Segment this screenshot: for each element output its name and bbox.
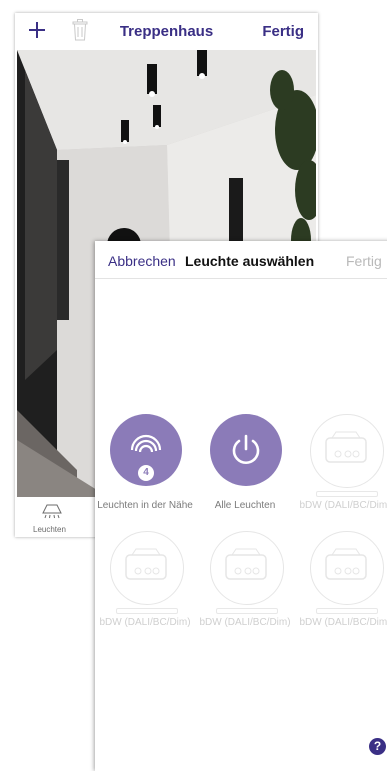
- power-icon: [232, 434, 260, 464]
- device-icon: [325, 548, 367, 580]
- tile-device-2-bar: [116, 608, 178, 614]
- tile-all-lights[interactable]: Alle Leuchten: [195, 414, 295, 514]
- done-button[interactable]: Fertig: [262, 23, 304, 40]
- tile-device-3[interactable]: bDW (DALI/BC/Dim): [195, 531, 295, 631]
- device-icon: [225, 548, 267, 580]
- sheet-header: Abbrechen Leuchte auswählen Fertig: [95, 241, 387, 279]
- tile-device-1[interactable]: bDW (DALI/BC/Dim): [295, 414, 387, 514]
- tile-device-1-label: bDW (DALI/BC/Dim): [299, 500, 387, 511]
- wifi-broadcast-icon: [130, 434, 162, 453]
- tile-device-4[interactable]: bDW (DALI/BC/Dim): [295, 531, 387, 631]
- tile-device-4-bar: [316, 608, 378, 614]
- sheet-done-button[interactable]: Fertig: [346, 253, 382, 269]
- ceiling-lamp-icon: [42, 504, 62, 519]
- tile-device-1-bar: [316, 491, 378, 497]
- back-header: Treppenhaus Fertig: [15, 13, 318, 50]
- sheet-title: Leuchte auswählen: [185, 253, 315, 269]
- tab-leuchten-label: Leuchten: [33, 525, 66, 534]
- help-button[interactable]: ?: [369, 738, 386, 755]
- tile-device-3-bar: [216, 608, 278, 614]
- select-light-sheet: Abbrechen Leuchte auswählen Fertig 4 Leu…: [95, 241, 387, 771]
- tile-device-2[interactable]: bDW (DALI/BC/Dim): [95, 531, 195, 631]
- cancel-button[interactable]: Abbrechen: [108, 253, 176, 269]
- tile-nearby-lights[interactable]: 4 Leuchten in der Nähe: [95, 414, 195, 514]
- nearby-count-badge: 4: [138, 465, 154, 481]
- device-icon: [125, 548, 167, 580]
- device-icon: [325, 431, 367, 463]
- tile-device-4-label: bDW (DALI/BC/Dim): [299, 617, 387, 628]
